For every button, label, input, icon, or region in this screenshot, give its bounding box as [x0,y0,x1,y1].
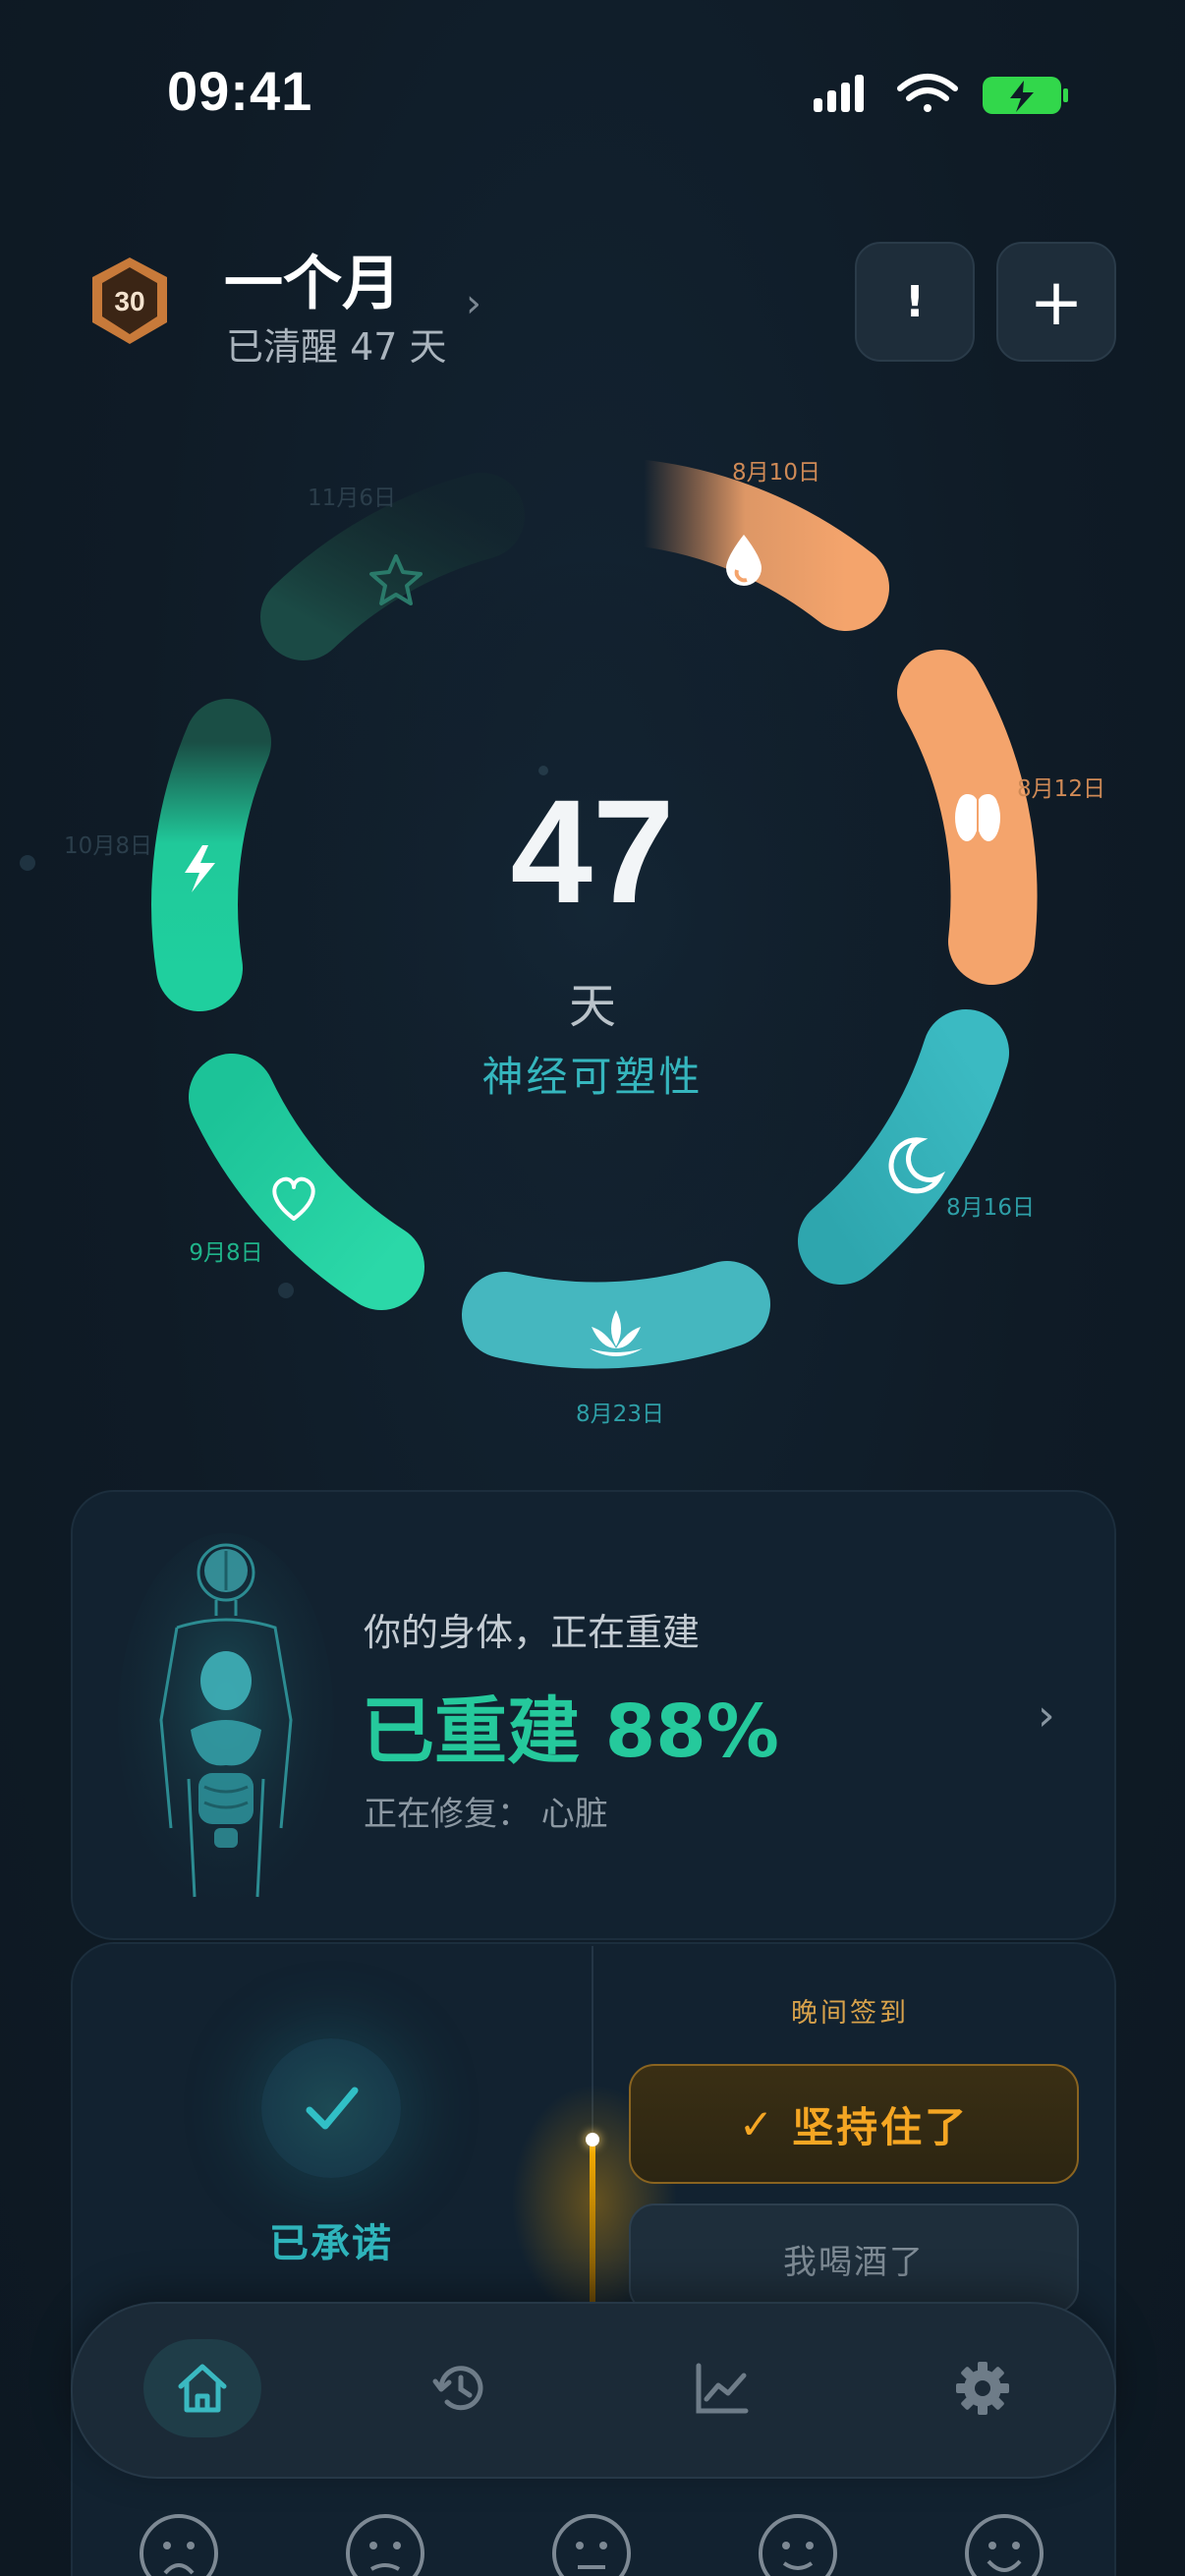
streak-subtitle: 已清醒 47 天 [226,325,447,369]
alert-button[interactable]: ! [855,242,975,362]
committed-check-button[interactable] [261,2038,401,2178]
chevron-right-icon[interactable]: › [1038,1690,1055,1741]
history-icon [432,2366,483,2411]
milestone-date-lotus: 8月23日 [576,1402,664,1427]
milestone-badge[interactable]: 30 [86,254,173,348]
milestone-date-moon: 8月16日 [946,1195,1035,1221]
wifi-icon [897,74,958,112]
tab-home[interactable] [143,2339,261,2437]
brain-icon [955,794,1000,841]
repairing-organ: 正在修复： 心脏 [364,1795,608,1834]
very-sad-face-icon[interactable] [138,2512,220,2576]
streak-title[interactable]: 一个月 [224,236,401,321]
days-unit: 天 [568,979,616,1034]
chart-icon [696,2363,749,2414]
chevron-right-icon[interactable]: › [466,281,481,326]
committed-label: 已承诺 [269,2221,393,2266]
rebuild-percent: 已重建 88% [362,1689,779,1774]
tab-stats[interactable] [662,2339,780,2437]
milestone-date-bolt: 10月8日 [64,833,152,859]
check-icon: ✓ [738,2099,777,2148]
days-count: 47 [510,769,675,934]
add-button[interactable]: + [996,242,1116,362]
recovery-phase: 神经可塑性 [481,1053,704,1101]
held-on-button[interactable]: ✓ 坚持住了 [629,2064,1079,2184]
milestone-date-drop: 8月10日 [732,460,820,486]
happy-face-icon[interactable] [963,2512,1045,2576]
sad-face-icon[interactable] [344,2512,426,2576]
smile-face-icon[interactable] [757,2512,839,2576]
timeline-line [590,2139,595,2306]
milestone-date-heart: 9月8日 [189,1240,262,1266]
check-icon [306,2087,359,2130]
milestone-date-star: 11月6日 [308,486,396,511]
tab-history[interactable] [401,2339,519,2437]
gear-icon [956,2362,1009,2415]
battery-charging-icon [983,77,1068,114]
signal-icon [814,75,864,112]
body-card-eyebrow: 你的身体，正在重建 [364,1611,701,1654]
neutral-face-icon[interactable] [550,2512,633,2576]
timeline-dot [586,2133,599,2147]
tab-settings[interactable] [924,2339,1042,2437]
status-icons [814,74,1068,114]
home-icon [178,2364,227,2413]
held-on-label: 坚持住了 [792,2102,970,2151]
badge-number: 30 [114,286,144,316]
evening-checkin-label: 晚间签到 [791,1998,909,2029]
app-screen: 09:41 30 一个月 已清醒 47 天 › ! + 8月10日 8月12日 … [0,0,1185,2576]
milestone-date-brain: 8月12日 [1017,776,1105,802]
drank-button[interactable]: 我喝酒了 [629,2204,1079,2314]
body-figure-icon [118,1533,334,1907]
status-time: 09:41 [167,60,313,122]
